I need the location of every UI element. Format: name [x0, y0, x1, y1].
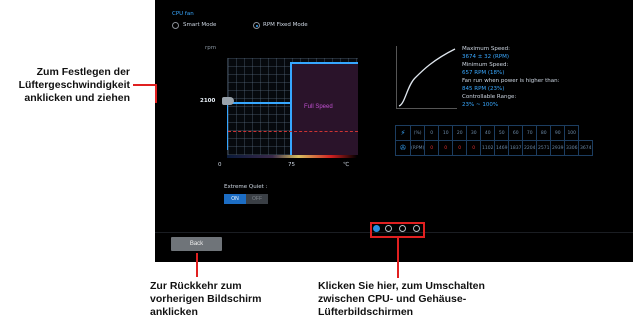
panel-title: CPU fan	[172, 11, 194, 17]
table-cell: 70	[522, 125, 538, 141]
table-cell: 0	[424, 140, 440, 156]
pager-annotation: Klicken Sie hier, zum Umschalten zwische…	[318, 280, 558, 319]
response-curve-svg	[398, 48, 456, 107]
table-cell: 1102	[480, 140, 496, 156]
annotation-line: anklicken	[150, 306, 198, 318]
annotation-line: Lüftergeschwindigkeit	[18, 79, 130, 91]
slider-leader-line-2	[155, 84, 157, 103]
table-cell: 2204	[522, 140, 538, 156]
table-cell: 0	[452, 140, 468, 156]
smart-mode-radio[interactable]	[172, 22, 179, 29]
slider-annotation: Zum Festlegen der Lüftergeschwindigkeit …	[2, 66, 130, 105]
fan-speed-slider-handle[interactable]	[222, 97, 234, 105]
table-cell: 1469	[494, 140, 510, 156]
fan-speed-value: 2100	[200, 98, 216, 104]
page-dot-2[interactable]	[385, 225, 392, 232]
speed-line	[228, 102, 290, 104]
back-annotation: Zur Rückkehr zum vorherigen Bildschirm a…	[150, 280, 310, 319]
y-axis-unit: rpm	[205, 45, 217, 51]
min-speed-label: Minimum Speed:	[462, 62, 509, 68]
page-dot-1[interactable]	[373, 225, 380, 232]
table-cell: 2939	[550, 140, 566, 156]
table-cell: 30	[466, 125, 482, 141]
x-axis-start: 0	[218, 162, 222, 168]
table-cell: 50	[494, 125, 510, 141]
min-speed-value: 657 RPM (18%)	[462, 70, 505, 76]
threshold-line	[228, 131, 358, 132]
extreme-quiet-off[interactable]: OFF	[246, 194, 268, 204]
annotation-line: anklicken und ziehen	[24, 92, 130, 104]
annotation-line: Zum Festlegen der	[36, 66, 130, 78]
fan-response-curve	[396, 46, 457, 109]
fan-run-value: 845 RPM (23%)	[462, 86, 505, 92]
table-cell: 2571	[536, 140, 552, 156]
extreme-quiet-on[interactable]: ON	[224, 194, 246, 204]
page-dot-3[interactable]	[399, 225, 406, 232]
fan-run-label: Fan run when power is higher than:	[462, 78, 560, 84]
annotation-line: vorherigen Bildschirm	[150, 293, 262, 305]
range-label: Controllable Range:	[462, 94, 517, 100]
table-cell: 0	[466, 140, 482, 156]
table-cell: 0	[438, 140, 454, 156]
max-speed-value: 3674 ± 32 (RPM)	[462, 54, 510, 60]
max-speed-label: Maximum Speed:	[462, 46, 510, 52]
fan-icon: ✇	[395, 140, 411, 156]
annotation-line: Lüfterbildschirmen	[318, 306, 414, 318]
rpm-row: ✇ (RPM) 0 0 0 0 1102 1469 1837 2204 2571…	[395, 140, 594, 156]
fan-curve-graph: Full Speed	[227, 58, 358, 155]
rpm-fixed-mode-label: RPM Fixed Mode	[263, 22, 308, 28]
rpm-fixed-mode-radio[interactable]	[253, 22, 260, 29]
annotation-line: Klicken Sie hier, zum Umschalten	[318, 280, 485, 292]
table-cell: 3306	[564, 140, 580, 156]
full-speed-label: Full Speed	[304, 104, 333, 110]
extreme-quiet-toggle[interactable]: ON OFF	[224, 194, 268, 204]
range-value: 23% ~ 100%	[462, 102, 499, 108]
extreme-quiet-label: Extreme Quiet :	[224, 184, 268, 190]
table-cell: 20	[452, 125, 468, 141]
table-cell: 40	[480, 125, 496, 141]
rpm-unit: (RPM)	[409, 140, 426, 156]
x-axis-mid: 75	[288, 162, 295, 168]
full-speed-zone: Full Speed	[290, 62, 358, 155]
table-cell: 90	[550, 125, 566, 141]
pager-leader-line	[397, 238, 399, 278]
back-leader-line	[196, 253, 198, 277]
table-cell: 3674	[578, 140, 594, 156]
table-cell: 60	[508, 125, 524, 141]
table-cell: 80	[536, 125, 552, 141]
percent-row: ⚡ (%) 0 10 20 30 40 50 60 70 80 90 100	[395, 125, 593, 141]
fan-control-screen: CPU fan Smart Mode RPM Fixed Mode rpm 21…	[155, 0, 633, 262]
table-cell: 10	[438, 125, 454, 141]
annotation-line: zwischen CPU- und Gehäuse-	[318, 293, 467, 305]
table-cell: 0	[424, 125, 440, 141]
table-cell: 100	[564, 125, 580, 141]
slider-leader-line	[133, 84, 155, 86]
speed-table: ⚡ (%) 0 10 20 30 40 50 60 70 80 90 100 ✇…	[395, 125, 594, 156]
smart-mode-label: Smart Mode	[183, 22, 217, 28]
graph-left-edge	[227, 102, 228, 150]
annotation-line: Zur Rückkehr zum	[150, 280, 242, 292]
percent-unit: (%)	[409, 125, 426, 141]
table-cell: 1837	[508, 140, 524, 156]
x-axis-unit: ℃	[343, 162, 350, 168]
back-button[interactable]: Back	[171, 237, 222, 251]
lightning-icon: ⚡	[395, 125, 411, 141]
page-dot-4[interactable]	[413, 225, 420, 232]
temperature-gradient-bar	[227, 155, 357, 158]
